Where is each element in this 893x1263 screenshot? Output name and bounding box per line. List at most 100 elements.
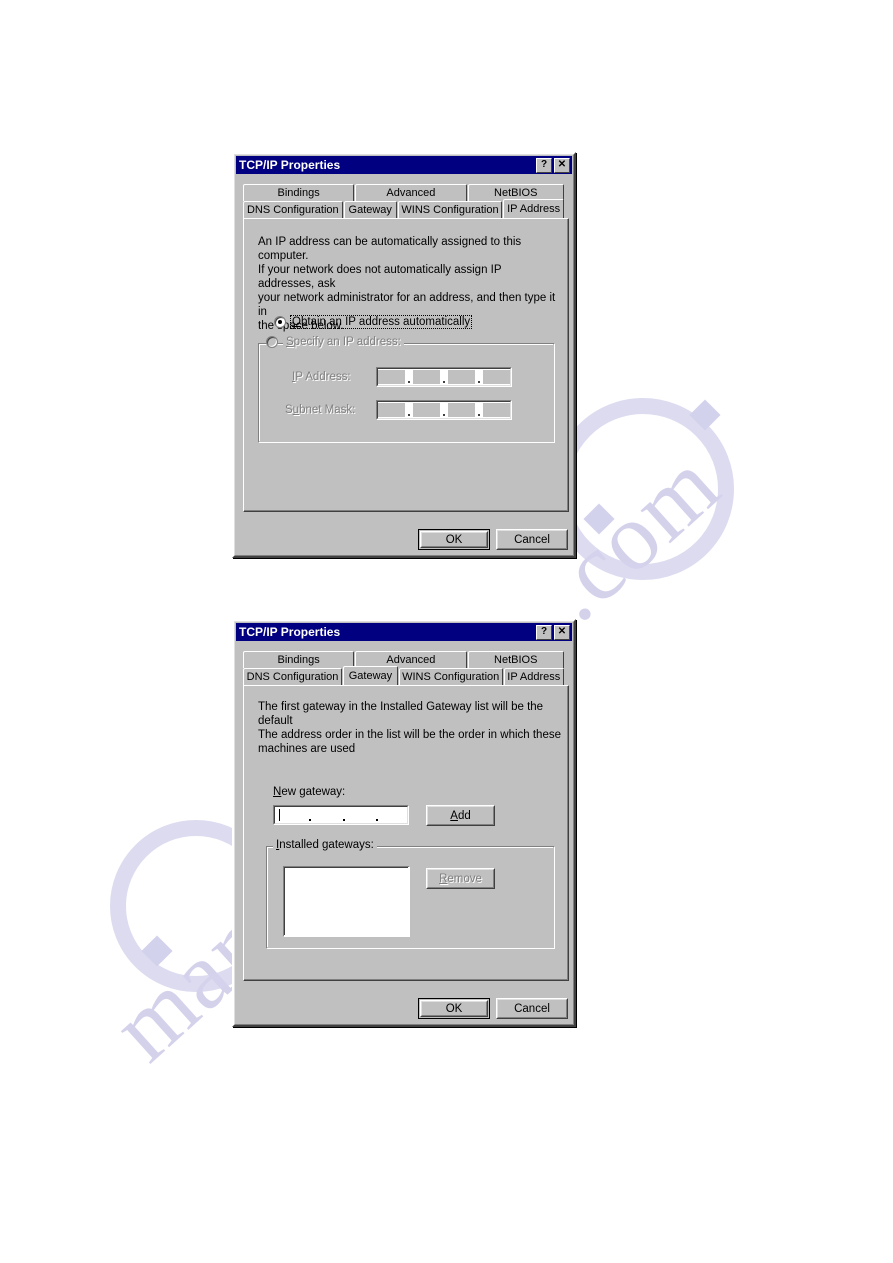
input-ip-address[interactable]	[376, 367, 512, 387]
ip-octet-4[interactable]	[483, 403, 510, 417]
tab-label: IP Address	[507, 203, 561, 215]
tab-label: WINS Configuration	[402, 671, 500, 683]
add-button-label: Add	[450, 810, 470, 822]
help-icon[interactable]: ?	[536, 624, 552, 640]
watermark-ring-right	[552, 398, 734, 580]
group-specify-ip-address	[258, 343, 555, 443]
ip-octet-1[interactable]	[378, 403, 405, 417]
ip-separator-dot	[440, 402, 448, 418]
label-subnet-mask: Subnet Mask:	[285, 404, 355, 416]
ip-separator-dot	[405, 402, 413, 418]
ip-separator-dot	[305, 807, 314, 823]
radio-indicator-icon	[266, 336, 278, 348]
tab-gateway[interactable]: Gateway	[343, 666, 398, 685]
group-bevel	[259, 344, 553, 441]
ip-separator-dot	[475, 402, 483, 418]
ip-octet-3[interactable]	[347, 808, 374, 822]
tab-gateway[interactable]: Gateway	[343, 201, 397, 218]
tab-strip-row-2: DNS Configuration Gateway WINS Configura…	[243, 666, 565, 685]
ip-octet-3[interactable]	[448, 370, 475, 384]
radio-specify-label: Specify an IP address:	[283, 336, 404, 348]
tab-ip-address[interactable]: IP Address	[503, 668, 564, 685]
ip-separator-dot	[440, 369, 448, 385]
title-bar[interactable]: TCP/IP Properties ? ✕	[236, 156, 572, 174]
input-subnet-mask[interactable]	[376, 400, 512, 420]
cancel-button-label: Cancel	[514, 1002, 550, 1015]
tab-label: Advanced	[386, 654, 436, 666]
label-pre: S	[285, 404, 293, 416]
input-new-gateway[interactable]	[273, 805, 409, 825]
title-bar-buttons: ? ✕	[536, 157, 570, 173]
watermark-diamond-3	[141, 935, 173, 967]
ip-octet-3[interactable]	[448, 403, 475, 417]
remove-gateway-button[interactable]: Remove	[426, 868, 495, 889]
tab-label: IP Address	[507, 671, 561, 683]
close-icon[interactable]: ✕	[554, 624, 570, 640]
ok-button[interactable]: OK	[418, 998, 490, 1019]
close-icon[interactable]: ✕	[554, 157, 570, 173]
ip-separator-dot	[405, 369, 413, 385]
ip-octet-1[interactable]	[280, 808, 306, 822]
ok-button-label: OK	[445, 533, 463, 546]
watermark-diamond-1	[583, 503, 615, 535]
tcpip-properties-dialog-gateway[interactable]: TCP/IP Properties ? ✕ Bindings Advanced …	[232, 619, 576, 1027]
tab-label: Gateway	[348, 204, 392, 216]
ip-octet-4[interactable]	[483, 370, 510, 384]
cancel-button[interactable]: Cancel	[496, 998, 568, 1019]
label-rest: pecify an IP address:	[293, 336, 401, 348]
ip-octet-2[interactable]	[413, 370, 440, 384]
title-bar-buttons: ? ✕	[536, 624, 570, 640]
tab-label: Bindings	[277, 654, 320, 666]
ip-octet-2[interactable]	[313, 808, 340, 822]
label-new-gateway: New gateway:	[273, 786, 345, 798]
tab-dns-configuration[interactable]: DNS Configuration	[243, 668, 343, 685]
label-ip-address: IP Address:	[292, 371, 351, 383]
radio-obtain-ip-automatically[interactable]: Obtain an IP address automatically	[274, 315, 473, 329]
listbox-bevel	[284, 867, 408, 935]
ip-octet-4[interactable]	[381, 808, 407, 822]
group-installed-gateways-title: Installed gateways:	[273, 839, 377, 851]
accel-char: A	[450, 809, 458, 822]
gateway-description: The first gateway in the Installed Gatew…	[258, 701, 561, 755]
ok-button-label: OK	[445, 1002, 463, 1015]
tab-netbios[interactable]: NetBIOS	[467, 651, 564, 668]
tab-strip-row-1: Bindings Advanced NetBIOS	[243, 651, 565, 668]
window-title: TCP/IP Properties	[239, 625, 341, 639]
label-rest: bnet Mask:	[299, 404, 356, 416]
ip-octet-2[interactable]	[413, 403, 440, 417]
tab-ip-address[interactable]: IP Address	[503, 199, 564, 218]
tab-advanced[interactable]: Advanced	[355, 184, 467, 201]
ip-field-bevel	[274, 806, 408, 824]
tab-label: WINS Configuration	[401, 204, 499, 216]
radio-specify-ip-address[interactable]: Specify an IP address:	[266, 336, 404, 348]
remove-button-label: Remove	[439, 873, 482, 885]
tab-label: Bindings	[277, 187, 320, 199]
tab-label: DNS Configuration	[246, 671, 339, 683]
label-rest: P Address:	[295, 371, 351, 383]
add-gateway-button[interactable]: Add	[426, 805, 495, 826]
window-title: TCP/IP Properties	[239, 158, 341, 172]
tab-wins-configuration[interactable]: WINS Configuration	[397, 201, 503, 218]
label-rest: nstalled gateways:	[279, 839, 374, 851]
help-icon[interactable]: ?	[536, 157, 552, 173]
ok-button[interactable]: OK	[418, 529, 490, 550]
tab-bindings[interactable]: Bindings	[243, 184, 355, 201]
tab-wins-configuration[interactable]: WINS Configuration	[398, 668, 503, 685]
tab-bindings[interactable]: Bindings	[243, 651, 355, 668]
cancel-button[interactable]: Cancel	[496, 529, 568, 550]
list-installed-gateways[interactable]	[283, 866, 410, 937]
ip-field-bevel	[377, 368, 511, 386]
tab-label: Gateway	[348, 670, 393, 682]
ip-separator-dot	[475, 369, 483, 385]
watermark-diamond-2	[689, 399, 721, 431]
ip-octet-1[interactable]	[378, 370, 405, 384]
tab-dns-configuration[interactable]: DNS Configuration	[243, 201, 343, 218]
tab-label: NetBIOS	[494, 187, 538, 199]
tcpip-properties-dialog-ip-address[interactable]: TCP/IP Properties ? ✕ Bindings Advanced …	[232, 152, 576, 558]
tab-label: NetBIOS	[494, 654, 538, 666]
title-bar[interactable]: TCP/IP Properties ? ✕	[236, 623, 572, 641]
radio-indicator-icon	[274, 316, 286, 328]
accel-char: O	[292, 316, 301, 328]
tab-label: Advanced	[386, 187, 436, 199]
label-rest: dd	[457, 809, 471, 822]
